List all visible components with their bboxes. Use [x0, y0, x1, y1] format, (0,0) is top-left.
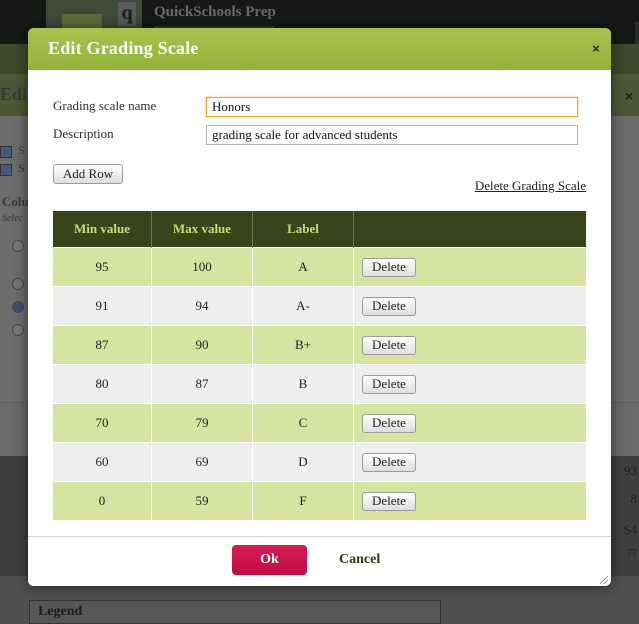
action-cell: Delete: [353, 442, 586, 482]
resize-grip-icon[interactable]: [600, 576, 608, 584]
background-column-label: Colu: [2, 194, 29, 209]
action-cell: Delete: [353, 481, 586, 520]
max-value-cell[interactable]: 59: [151, 481, 253, 520]
table-row: 70 79 C Delete: [53, 403, 586, 443]
table-row: 91 94 A- Delete: [53, 286, 586, 326]
dialog-header: Edit Grading Scale ×: [28, 28, 611, 70]
background-close-icon: ×: [624, 88, 633, 104]
min-value-cell[interactable]: 60: [53, 442, 152, 482]
nav-edge: [635, 22, 639, 44]
min-value-cell[interactable]: 0: [53, 481, 152, 520]
background-checkbox: [0, 164, 12, 176]
table-row: 60 69 D Delete: [53, 442, 586, 482]
dialog-body: Grading scale name Description Add Row D…: [28, 70, 611, 536]
label-cell[interactable]: D: [252, 442, 354, 482]
column-header-min: Min value: [53, 211, 152, 248]
add-row-button[interactable]: Add Row: [53, 164, 123, 184]
background-panel-title: Edi: [0, 84, 28, 104]
table-row: 95 100 A Delete: [53, 247, 586, 287]
label-cell[interactable]: A: [252, 247, 354, 287]
cancel-button[interactable]: Cancel: [339, 552, 380, 568]
table-row: 80 87 B Delete: [53, 364, 586, 404]
table-row: 87 90 B+ Delete: [53, 325, 586, 365]
background-checkbox-label: S: [18, 143, 25, 157]
max-value-cell[interactable]: 100: [151, 247, 253, 287]
table-header-row: Min value Max value Label: [53, 211, 586, 248]
description-input[interactable]: [206, 125, 578, 145]
max-value-cell[interactable]: 69: [151, 442, 253, 482]
background-number: 77: [627, 548, 637, 559]
action-cell: Delete: [353, 286, 586, 326]
min-value-cell[interactable]: 80: [53, 364, 152, 404]
delete-row-button[interactable]: Delete: [362, 452, 416, 472]
max-value-cell[interactable]: 94: [151, 286, 253, 326]
background-radio: [12, 301, 24, 313]
delete-row-button[interactable]: Delete: [362, 257, 416, 277]
background-number: 93: [624, 463, 637, 478]
label-cell[interactable]: F: [252, 481, 354, 520]
column-header-label: Label: [252, 211, 354, 248]
column-header-actions: [353, 211, 586, 248]
delete-grading-scale-link[interactable]: Delete Grading Scale: [475, 178, 586, 194]
delete-row-button[interactable]: Delete: [362, 374, 416, 394]
action-cell: Delete: [353, 325, 586, 365]
background-number: S4: [623, 522, 637, 537]
background-checkbox-label: S: [18, 161, 25, 175]
min-value-cell[interactable]: 87: [53, 325, 152, 365]
background-number: 8: [630, 491, 638, 506]
legend-box: Legend: [29, 600, 441, 624]
legend-title: Legend: [38, 604, 83, 619]
grading-scale-name-input[interactable]: [206, 97, 578, 117]
min-value-cell[interactable]: 70: [53, 403, 152, 443]
label-cell[interactable]: B+: [252, 325, 354, 365]
ok-button[interactable]: Ok: [232, 545, 307, 575]
background-radio: [12, 240, 24, 252]
grading-scale-name-label: Grading scale name: [53, 98, 157, 113]
edit-grading-scale-dialog: Edit Grading Scale × Grading scale name …: [28, 28, 611, 586]
school-name: QuickSchools Prep: [154, 4, 276, 20]
action-cell: Delete: [353, 364, 586, 404]
min-value-cell[interactable]: 91: [53, 286, 152, 326]
table-row: 0 59 F Delete: [53, 481, 586, 520]
close-icon[interactable]: ×: [590, 42, 602, 55]
background-checkbox: [0, 146, 12, 158]
background-radio: [12, 278, 24, 290]
delete-row-button[interactable]: Delete: [362, 413, 416, 433]
background-radio: [12, 324, 24, 336]
dialog-footer: Ok Cancel: [28, 536, 611, 586]
max-value-cell[interactable]: 79: [151, 403, 253, 443]
delete-row-button[interactable]: Delete: [362, 296, 416, 316]
action-cell: Delete: [353, 403, 586, 443]
dialog-title: Edit Grading Scale: [48, 38, 199, 58]
max-value-cell[interactable]: 90: [151, 325, 253, 365]
label-cell[interactable]: A-: [252, 286, 354, 326]
action-cell: Delete: [353, 247, 586, 287]
max-value-cell[interactable]: 87: [151, 364, 253, 404]
delete-row-button[interactable]: Delete: [362, 491, 416, 511]
label-cell[interactable]: B: [252, 364, 354, 404]
description-label: Description: [53, 126, 114, 141]
label-cell[interactable]: C: [252, 403, 354, 443]
delete-row-button[interactable]: Delete: [362, 335, 416, 355]
logo-letter: q: [118, 2, 136, 26]
min-value-cell[interactable]: 95: [53, 247, 152, 287]
grading-scale-table: Min value Max value Label 95 100 A Delet…: [53, 211, 586, 520]
background-column-sublabel: Selec: [2, 213, 24, 224]
column-header-max: Max value: [151, 211, 253, 248]
